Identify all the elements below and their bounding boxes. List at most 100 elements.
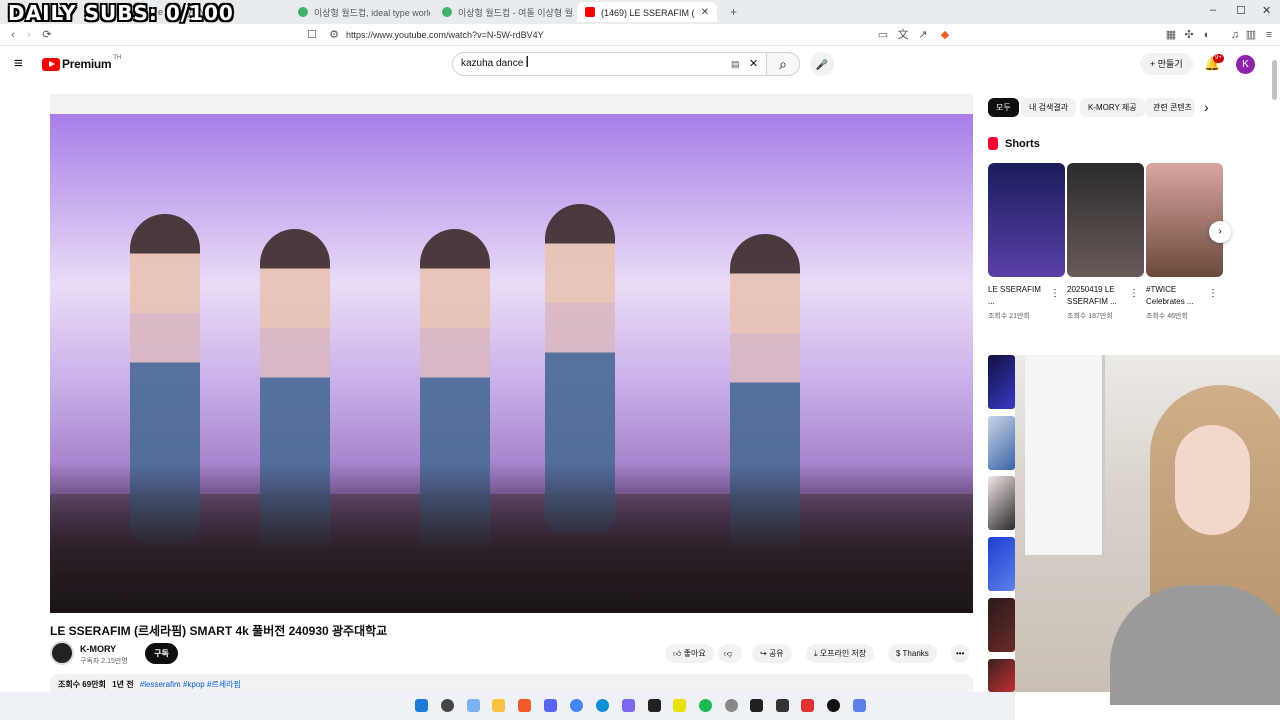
short-title-2[interactable]: 20250419 LE SSERAFIM ... xyxy=(1067,284,1127,308)
share-button[interactable]: ↪ 공유 xyxy=(752,644,792,663)
app-icon[interactable] xyxy=(853,699,866,712)
page-scrollbar[interactable] xyxy=(1272,60,1277,100)
hashtags[interactable]: #lesserafim #kpop #르세라핌 xyxy=(140,680,241,689)
tab-label: (1469) LE SSERAFIM (르세라핌) xyxy=(601,7,695,18)
like-button[interactable]: 👍︎ 좋아요 xyxy=(665,644,714,663)
reload-icon[interactable]: ⟳ xyxy=(40,28,54,42)
related-video-thumbnail[interactable] xyxy=(988,598,1015,652)
short-title-1[interactable]: LE SSERAFIM ... xyxy=(988,284,1048,308)
text-cursor-icon: I xyxy=(525,54,530,71)
logo-text: Premium xyxy=(62,57,112,71)
menu-icon[interactable]: ≡ xyxy=(14,55,23,72)
search-input[interactable]: kazuha dance I ▤ ✕ xyxy=(452,52,766,76)
shorts-heading: Shorts xyxy=(988,137,1040,150)
spotify-icon[interactable] xyxy=(699,699,712,712)
obs-icon[interactable] xyxy=(827,699,840,712)
chip-related[interactable]: 관련 콘텐츠 xyxy=(1145,98,1195,117)
chip-my-search[interactable]: 내 검색결과 xyxy=(1021,98,1077,117)
channel-name[interactable]: K-MORY xyxy=(80,644,116,654)
short-thumbnail-3[interactable] xyxy=(1146,163,1223,277)
cast-icon[interactable]: ▭ xyxy=(876,28,890,42)
streamer-webcam-overlay xyxy=(1015,355,1280,705)
profile-icon[interactable]: ◐ xyxy=(1200,28,1214,42)
windows-start-icon[interactable] xyxy=(415,699,428,712)
description-box[interactable]: 조회수 69만회 1년 전 #lesserafim #kpop #르세라핌 xyxy=(50,674,973,694)
short-title-3[interactable]: #TWICE Celebrates ... xyxy=(1146,284,1206,308)
channel-avatar[interactable] xyxy=(50,641,74,665)
brave-shield-icon[interactable]: ◆ xyxy=(938,28,952,42)
short-more-icon[interactable]: ⋮ xyxy=(1208,288,1218,299)
url-field[interactable]: https://www.youtube.com/watch?v=N-5W-rdB… xyxy=(340,27,960,43)
settings-icon[interactable] xyxy=(725,699,738,712)
brave-browser-icon[interactable] xyxy=(518,699,531,712)
sidebar-toggle-icon[interactable]: ▥ xyxy=(1244,28,1258,42)
tab-worldcup-1[interactable]: 이상형 월드컵, ideal type worldcup xyxy=(290,2,430,22)
search-button[interactable]: ⌕ xyxy=(766,52,800,76)
new-tab-button[interactable]: + xyxy=(722,2,745,22)
thanks-button[interactable]: $ Thanks xyxy=(888,644,937,663)
search-taskbar-icon[interactable] xyxy=(441,699,454,712)
minimize-button[interactable]: – xyxy=(1210,4,1216,16)
media-icon[interactable]: ♫ xyxy=(1228,28,1242,42)
related-video-thumbnail[interactable] xyxy=(988,416,1015,470)
webcam-person-body xyxy=(1110,585,1280,705)
tab-worldcup-2[interactable]: 이상형 월드컵 - 여돌 이상형 월드컵 xyxy=(434,2,574,22)
subscribe-button[interactable]: 구독 xyxy=(145,643,178,664)
keyboard-icon[interactable]: ▤ xyxy=(731,53,740,75)
tab-label: 이상형 월드컵, ideal type worldcup xyxy=(314,7,430,18)
related-video-thumbnail[interactable] xyxy=(988,659,1015,692)
close-tab-icon[interactable]: ✕ xyxy=(701,7,709,18)
chip-channel[interactable]: K-MORY 제공 xyxy=(1080,98,1145,117)
chip-all[interactable]: 모두 xyxy=(988,98,1019,117)
chrome-icon[interactable] xyxy=(570,699,583,712)
tab-active-youtube[interactable]: (1469) LE SSERAFIM (르세라핌) ✕ xyxy=(577,2,717,22)
short-thumbnail-2[interactable] xyxy=(1067,163,1144,277)
video-player[interactable] xyxy=(50,94,973,613)
shorts-next-button[interactable]: › xyxy=(1209,221,1231,243)
thumbs-down-icon: 👎︎ xyxy=(724,649,733,658)
share-page-icon[interactable]: ↗ xyxy=(916,28,930,42)
app-icon[interactable] xyxy=(622,699,635,712)
notification-badge: 9+ xyxy=(1213,54,1224,63)
voice-search-button[interactable]: 🎤 xyxy=(810,52,834,76)
forward-icon[interactable]: › xyxy=(22,28,36,42)
maximize-button[interactable]: ☐ xyxy=(1236,4,1246,17)
short-more-icon[interactable]: ⋮ xyxy=(1129,288,1139,299)
copilot-icon[interactable] xyxy=(467,699,480,712)
webcam-background-window xyxy=(1025,355,1105,555)
related-video-thumbnail[interactable] xyxy=(988,476,1015,530)
account-avatar[interactable]: K xyxy=(1236,55,1255,74)
capcut-icon[interactable] xyxy=(648,699,661,712)
extension-icon[interactable]: ▦ xyxy=(1164,28,1178,42)
browser-menu-icon[interactable]: ≡ xyxy=(1262,28,1276,42)
chips-next-icon[interactable]: › xyxy=(1204,99,1209,115)
mic-icon: 🎤 xyxy=(815,60,829,71)
file-explorer-icon[interactable] xyxy=(492,699,505,712)
clear-search-icon[interactable]: ✕ xyxy=(749,53,758,75)
short-more-icon[interactable]: ⋮ xyxy=(1050,288,1060,299)
discord-icon[interactable] xyxy=(544,699,557,712)
more-actions-button[interactable]: ••• xyxy=(951,644,970,663)
address-bar-row: ‹ › ⟳ ☐ ⚙ https://www.youtube.com/watch?… xyxy=(0,24,1280,46)
thanks-label: Thanks xyxy=(902,649,929,658)
create-button[interactable]: + 만들기 xyxy=(1140,53,1193,75)
window-close-button[interactable]: ✕ xyxy=(1262,4,1271,17)
app-icon[interactable] xyxy=(801,699,814,712)
app-icon[interactable] xyxy=(750,699,763,712)
webcam-person-face xyxy=(1175,425,1250,535)
extensions-icon[interactable]: ✣ xyxy=(1182,28,1196,42)
dislike-button[interactable]: 👎︎ xyxy=(718,644,742,663)
upload-age: 1년 전 xyxy=(112,680,134,689)
short-thumbnail-1[interactable] xyxy=(988,163,1065,277)
related-video-thumbnail[interactable] xyxy=(988,355,1015,409)
back-icon[interactable]: ‹ xyxy=(6,28,20,42)
terminal-icon[interactable] xyxy=(776,699,789,712)
bookmark-icon[interactable]: ☐ xyxy=(305,28,319,42)
site-info-icon[interactable]: ⚙ xyxy=(327,28,341,42)
youtube-premium-logo[interactable]: Premium TH xyxy=(42,55,121,71)
download-button[interactable]: ⤓ 오프라인 저장 xyxy=(806,644,875,663)
related-video-thumbnail[interactable] xyxy=(988,537,1015,591)
edge-icon[interactable] xyxy=(596,699,609,712)
translate-icon[interactable]: 文 xyxy=(896,28,910,42)
app-icon[interactable] xyxy=(673,699,686,712)
